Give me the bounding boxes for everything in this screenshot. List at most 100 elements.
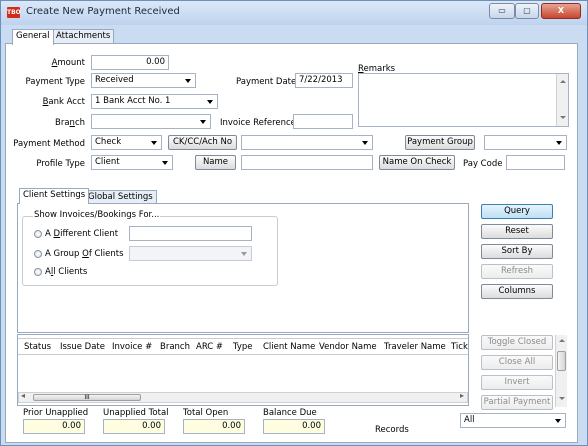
- query-button[interactable]: Query: [481, 204, 553, 219]
- partial-payment-button[interactable]: Partial Payment: [481, 395, 553, 410]
- payment-method-label: Payment Method: [13, 139, 85, 149]
- remarks-textarea[interactable]: [358, 73, 569, 127]
- chevron-down-icon: [362, 141, 368, 145]
- group-of-clients-select[interactable]: [129, 246, 252, 261]
- column-header[interactable]: Status: [24, 342, 51, 352]
- radio-all-clients[interactable]: [34, 268, 42, 276]
- branch-label: Branch: [55, 118, 85, 128]
- refresh-button[interactable]: Refresh: [481, 264, 553, 279]
- radio-different-client[interactable]: [34, 230, 42, 238]
- tab-global-settings[interactable]: Global Settings: [84, 190, 157, 204]
- tab-attachments[interactable]: Attachments: [52, 29, 115, 44]
- chevron-down-icon: [162, 161, 168, 165]
- column-header[interactable]: Tick: [451, 342, 468, 352]
- column-header[interactable]: ARC #: [196, 342, 223, 352]
- payment-window: TBO Create New Payment Received ▭ ▢ X Ge…: [0, 0, 588, 446]
- unapplied-total-value: 0.00: [103, 419, 165, 434]
- column-header[interactable]: Traveler Name: [384, 342, 446, 352]
- payment-method-select[interactable]: Check: [91, 135, 162, 150]
- scroll-down-icon[interactable]: [560, 116, 566, 119]
- close-button[interactable]: X: [541, 3, 581, 19]
- profile-type-select[interactable]: Client: [91, 155, 173, 170]
- scroll-thumb[interactable]: III: [33, 394, 141, 401]
- close-all-button[interactable]: Close All: [481, 355, 553, 370]
- chevron-down-icon: [185, 79, 191, 83]
- balance-due-value: 0.00: [263, 419, 325, 434]
- prior-unapplied-label: Prior Unapplied: [23, 408, 89, 418]
- show-invoices-label: Show Invoices/Bookings For...: [33, 210, 161, 220]
- chevron-down-icon: [200, 120, 206, 124]
- column-header[interactable]: Invoice #: [112, 342, 152, 352]
- records-value: All: [464, 415, 475, 425]
- chevron-down-icon: [555, 419, 561, 423]
- chevron-down-icon: [241, 252, 247, 256]
- different-client-field[interactable]: [129, 226, 252, 241]
- columns-button[interactable]: Columns: [481, 284, 553, 299]
- toggle-closed-button[interactable]: Toggle Closed: [481, 335, 553, 350]
- maximize-button[interactable]: ▢: [515, 3, 539, 19]
- payment-date-label: Payment Date: [236, 77, 297, 87]
- minimize-button[interactable]: ▭: [489, 3, 515, 19]
- column-header[interactable]: Issue Date: [60, 342, 105, 352]
- payment-group-button[interactable]: Payment Group: [405, 135, 475, 150]
- records-label: Records: [375, 425, 409, 435]
- invert-button[interactable]: Invert: [481, 375, 553, 390]
- chevron-down-icon: [207, 100, 213, 104]
- tab-client-settings[interactable]: Client Settings: [19, 188, 90, 204]
- all-clients-label: All Clients: [45, 267, 88, 277]
- payment-date-field[interactable]: 7/22/2013: [295, 73, 353, 88]
- group-of-clients-label: A Group Of Clients: [45, 249, 124, 259]
- scroll-up-icon[interactable]: [559, 339, 565, 342]
- total-open-label: Total Open: [183, 408, 229, 418]
- app-icon: TBO: [7, 7, 21, 18]
- profile-type-label: Profile Type: [36, 159, 85, 169]
- actions-scrollbar[interactable]: [555, 335, 567, 407]
- bank-acct-value: 1 Bank Acct No. 1: [95, 96, 171, 106]
- ck-cc-ach-select[interactable]: [241, 135, 373, 150]
- name-button[interactable]: Name: [195, 155, 236, 170]
- remarks-scrollbar[interactable]: [556, 74, 568, 126]
- name-field[interactable]: [241, 155, 373, 170]
- reset-button[interactable]: Reset: [481, 224, 553, 239]
- window-title: Create New Payment Received: [26, 6, 180, 17]
- scroll-thumb[interactable]: [557, 351, 566, 371]
- amount-field[interactable]: 0.00: [91, 55, 169, 70]
- payment-method-value: Check: [95, 137, 122, 147]
- profile-type-value: Client: [95, 157, 120, 167]
- tab-general[interactable]: General: [12, 29, 54, 45]
- scroll-left-icon[interactable]: ◂: [21, 391, 25, 400]
- payment-type-select[interactable]: Received: [91, 73, 196, 88]
- scroll-up-icon[interactable]: [560, 80, 566, 83]
- radio-group-of-clients[interactable]: [34, 250, 42, 258]
- prior-unapplied-value: 0.00: [23, 419, 85, 434]
- name-on-check-button[interactable]: Name On Check: [379, 155, 455, 170]
- scroll-down-icon[interactable]: [559, 397, 565, 400]
- sort-by-button[interactable]: Sort By: [481, 244, 553, 259]
- bank-acct-label: Bank Acct: [42, 97, 85, 107]
- grid-horizontal-scrollbar[interactable]: ◂ III ▸: [18, 391, 468, 403]
- scroll-right-icon[interactable]: ▸: [460, 391, 464, 400]
- column-header[interactable]: Vendor Name: [319, 342, 377, 352]
- branch-select[interactable]: [91, 114, 211, 129]
- title-bar[interactable]: TBO Create New Payment Received ▭ ▢ X: [1, 1, 587, 25]
- chevron-down-icon: [151, 141, 157, 145]
- unapplied-total-label: Unapplied Total: [103, 408, 169, 418]
- payment-type-label: Payment Type: [25, 77, 85, 87]
- grid-header: Status Issue Date Invoice # Branch ARC #…: [18, 338, 468, 355]
- pay-code-label: Pay Code: [463, 159, 503, 169]
- invoice-reference-label: Invoice Reference: [220, 118, 296, 128]
- payment-type-value: Received: [95, 75, 134, 85]
- pay-code-field[interactable]: [506, 155, 565, 170]
- column-header[interactable]: Branch: [160, 342, 190, 352]
- payment-group-select[interactable]: [484, 135, 567, 150]
- ck-cc-ach-button[interactable]: CK/CC/Ach No: [168, 135, 237, 150]
- total-open-value: 0.00: [183, 419, 245, 434]
- amount-label: Amount: [51, 58, 85, 68]
- records-select[interactable]: All: [460, 413, 566, 428]
- bank-acct-select[interactable]: 1 Bank Acct No. 1: [91, 94, 218, 109]
- chevron-down-icon: [556, 141, 562, 145]
- column-header[interactable]: Client Name: [263, 342, 315, 352]
- balance-due-label: Balance Due: [263, 408, 317, 418]
- invoice-reference-field[interactable]: [293, 114, 353, 129]
- column-header[interactable]: Type: [233, 342, 253, 352]
